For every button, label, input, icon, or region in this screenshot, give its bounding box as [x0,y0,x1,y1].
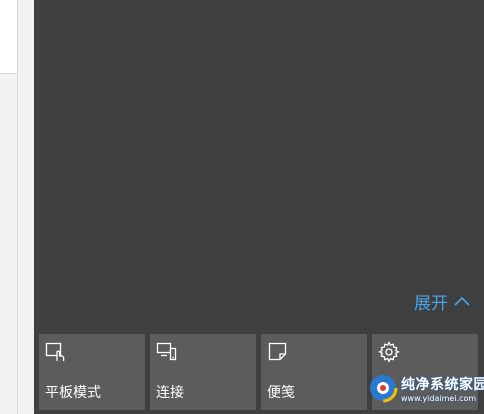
chevron-up-icon [454,296,470,306]
screen: 展开 平板模式 连接 便笺 纯净系统家园 www.yidaimei.com [0,0,484,414]
quick-action-connect[interactable]: 连接 [150,334,256,410]
tile-label: 平板模式 [45,385,101,401]
watermark: 纯净系统家园 www.yidaimei.com [368,366,484,414]
quick-action-note[interactable]: 便笺 [261,334,367,410]
background-app-divider [0,74,18,414]
tile-label: 连接 [156,385,184,401]
tile-label: 便笺 [267,385,295,401]
tablet-mode-icon [44,340,68,364]
background-app-window [0,0,34,414]
connect-icon [155,340,179,364]
action-center-panel: 展开 平板模式 连接 便笺 [34,0,484,414]
watermark-title: 纯净系统家园 [401,376,484,393]
note-icon [266,340,290,364]
settings-gear-icon [377,340,401,364]
background-app-card [0,0,18,74]
expand-label: 展开 [414,293,448,314]
expand-button[interactable]: 展开 [414,288,470,314]
watermark-logo-icon [368,373,398,407]
quick-action-tablet-mode[interactable]: 平板模式 [39,334,145,410]
watermark-url: www.yidaimei.com [401,393,477,403]
